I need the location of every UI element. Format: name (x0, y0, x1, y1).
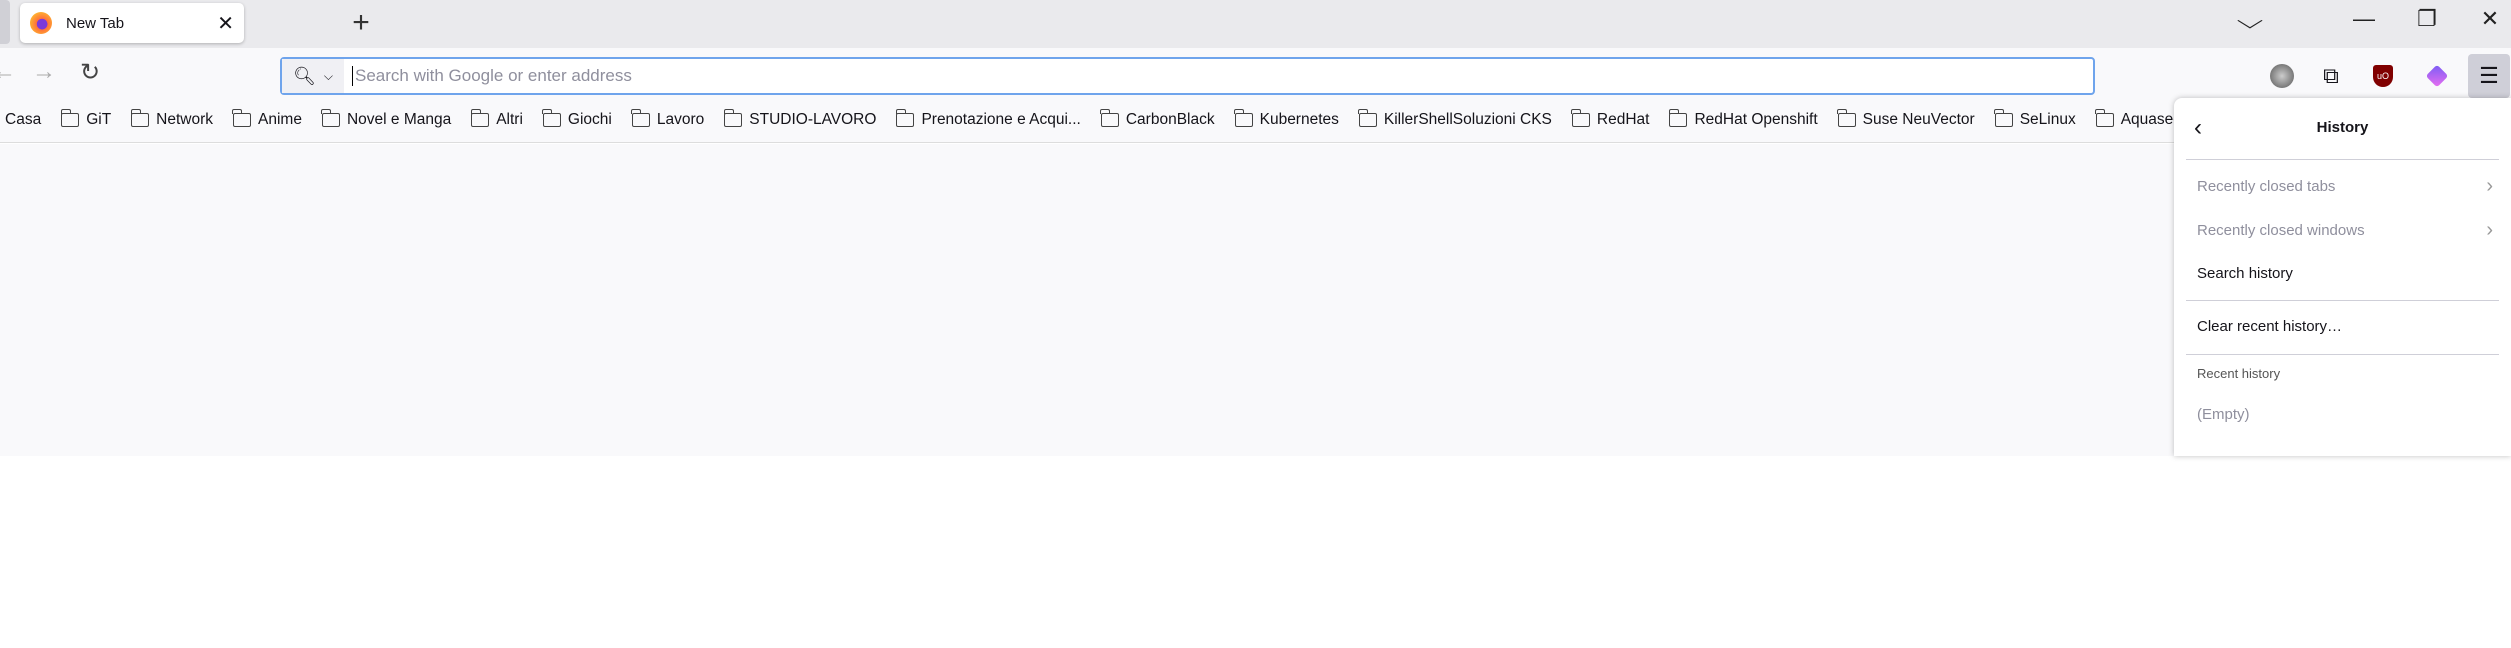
item-label: Recently closed tabs (2197, 178, 2336, 195)
menu-item-recently-closed-tabs[interactable]: Recently closed tabs › (2197, 175, 2493, 197)
url-bar[interactable]: 🔍︎ ⌵ (280, 57, 2095, 95)
ublock-origin-icon[interactable]: uO (2367, 60, 2399, 92)
list-all-tabs-button[interactable]: ⌵ (2218, 8, 2282, 34)
search-icon: 🔍︎ (293, 65, 316, 86)
bookmark-label: Giochi (567, 111, 612, 128)
new-tab-button[interactable]: + (346, 6, 376, 40)
bookmark-folder[interactable]: KillerShellSoluzioni CKS (1358, 109, 1552, 129)
folder-icon (1994, 109, 2013, 127)
firefox-icon (30, 12, 52, 34)
bookmark-label: Novel e Manga (346, 111, 452, 128)
search-engine-button[interactable]: 🔍︎ ⌵ (282, 59, 344, 93)
menu-item-recently-closed-windows[interactable]: Recently closed windows › (2197, 219, 2493, 241)
tab-new-tab[interactable]: New Tab ✕ (20, 3, 244, 43)
bookmark-folder[interactable]: Kubernetes (1234, 109, 1339, 129)
chevron-down-icon: ⌵ (323, 68, 333, 83)
folder-icon (60, 109, 80, 127)
bookmark-folder[interactable]: RedHat (1571, 109, 1650, 129)
bookmark-folder[interactable]: Novel e Manga (321, 109, 452, 129)
hamburger-menu-button[interactable]: ☰ (2468, 54, 2510, 98)
bookmark-folder[interactable]: Network (130, 109, 214, 129)
chevron-right-icon: › (2486, 175, 2493, 197)
bookmark-label: GiT (86, 111, 112, 128)
bookmark-label: Casa (5, 111, 42, 128)
bookmark-label: Aquasec (2120, 111, 2182, 128)
extension-diamond-icon[interactable] (2421, 60, 2453, 92)
item-label: Clear recent history… (2197, 318, 2343, 335)
bookmark-folder[interactable]: Lavoro (631, 109, 705, 129)
folder-icon (1837, 109, 1856, 127)
divider (2186, 159, 2499, 160)
bookmark-folder[interactable]: Casa (5, 111, 41, 129)
reload-button[interactable]: ↻ (80, 58, 100, 87)
folder-icon (1571, 109, 1590, 127)
folder-icon (631, 109, 650, 127)
bookmark-folder[interactable]: RedHat Openshift (1668, 109, 1818, 129)
divider (2186, 300, 2499, 301)
bookmark-folder[interactable]: GiT (60, 109, 112, 129)
divider (2186, 354, 2499, 355)
panel-title: History (2316, 119, 2369, 136)
folder-icon (895, 109, 915, 127)
folder-icon (2095, 109, 2114, 127)
close-window-button[interactable]: ✕ (2470, 6, 2510, 32)
menu-item-search-history[interactable]: Search history (2197, 265, 2493, 282)
bookmark-folder[interactable]: Suse NeuVector (1837, 109, 1975, 129)
recent-history-header: Recent history (2197, 366, 2281, 381)
bookmark-label: CarbonBlack (1125, 111, 1215, 128)
bookmark-folder[interactable]: STUDIO-LAVORO (723, 109, 877, 129)
menu-item-clear-recent-history[interactable]: Clear recent history… (2197, 318, 2493, 335)
bookmark-folder[interactable]: SeLinux (1994, 109, 2076, 129)
page-content (0, 144, 2511, 456)
bookmark-label: Lavoro (656, 111, 705, 128)
bookmark-label: Kubernetes (1259, 111, 1339, 128)
recent-history-empty: (Empty) (2197, 406, 2250, 423)
folder-icon (321, 109, 340, 127)
bookmark-label: Anime (258, 111, 302, 128)
folder-icon (723, 109, 743, 127)
bookmark-label: Prenotazione e Acqui... (921, 111, 1081, 128)
bookmark-label: Altri (496, 111, 523, 128)
bookmark-label: Network (156, 111, 214, 128)
bookmark-folder[interactable]: Prenotazione e Acqui... (895, 109, 1081, 129)
url-input[interactable] (352, 66, 2093, 86)
bookmarks-toolbar: Casa GiT Network Anime Novel e Manga Altri Gio… (0, 98, 2511, 143)
folder-icon (1100, 109, 1119, 127)
bookmark-label: Suse NeuVector (1862, 111, 1975, 128)
restore-button[interactable]: ❐ (2407, 6, 2447, 32)
tab-bar (0, 0, 2511, 48)
bookmark-label: STUDIO-LAVORO (749, 111, 877, 128)
extensions-puzzle-icon[interactable]: ⧉ (2315, 60, 2347, 92)
folder-icon (542, 109, 561, 127)
folder-icon (130, 109, 150, 127)
item-label: Search history (2197, 265, 2293, 282)
bookmark-label: SeLinux (2019, 111, 2076, 128)
chevron-right-icon: › (2486, 219, 2493, 241)
item-label: Recently closed windows (2197, 222, 2365, 239)
folder-icon (1234, 109, 1253, 127)
bookmark-folder[interactable]: Aquasec (2095, 109, 2182, 129)
tab-title: New Tab (66, 14, 125, 32)
bookmark-folder[interactable]: Anime (232, 109, 302, 129)
back-button[interactable]: ← (0, 58, 16, 86)
history-panel: ‹ History Recently closed tabs › Recently… (2174, 98, 2511, 456)
bookmark-label: RedHat Openshift (1694, 111, 1818, 128)
folder-icon (232, 109, 252, 127)
minimize-button[interactable]: — (2344, 6, 2384, 32)
bookmark-label: RedHat (1596, 111, 1650, 128)
bookmark-folder[interactable]: Giochi (542, 109, 612, 129)
bookmark-label: KillerShellSoluzioni CKS (1383, 111, 1552, 128)
bookmark-folder[interactable]: Altri (470, 109, 523, 129)
tab-strip-edge (0, 0, 10, 44)
account-avatar[interactable] (2266, 60, 2298, 92)
close-tab-icon[interactable]: ✕ (217, 11, 234, 36)
forward-button[interactable]: → (32, 58, 56, 86)
folder-icon (1668, 109, 1688, 127)
folder-icon (470, 109, 490, 127)
folder-icon (1358, 109, 1377, 127)
bookmark-folder[interactable]: CarbonBlack (1100, 109, 1215, 129)
